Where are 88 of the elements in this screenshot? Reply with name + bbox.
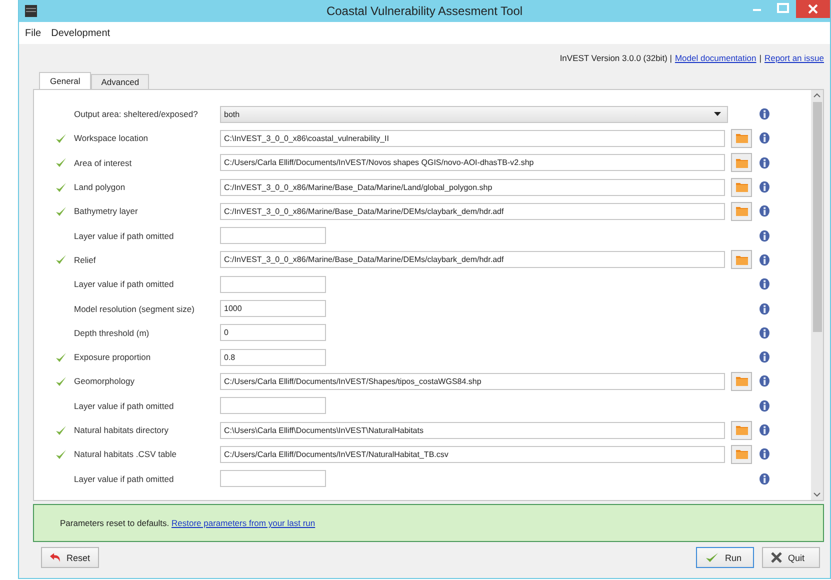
field-label: Bathymetry layer xyxy=(74,206,139,216)
scroll-thumb[interactable] xyxy=(812,102,822,332)
reset-button[interactable]: Reset xyxy=(41,547,99,568)
version-text: | xyxy=(759,53,762,63)
folder-icon xyxy=(736,254,748,265)
browse-button[interactable] xyxy=(731,372,752,391)
path-field[interactable]: C:/InVEST_3_0_0_x86/Marine/Base_Data/Marine/DEMs/claybark_dem/hdr.adf xyxy=(220,251,725,268)
text-field[interactable] xyxy=(220,227,326,244)
info-icon[interactable] xyxy=(759,400,770,412)
info-icon[interactable] xyxy=(759,132,770,144)
folder-icon xyxy=(736,158,748,168)
info-icon[interactable] xyxy=(759,108,770,120)
field-label: Area of interest xyxy=(74,158,133,168)
field-label: Model resolution (segment size) xyxy=(74,304,196,314)
path-field[interactable]: C:\InVEST_3_0_0_x86\coastal_vulnerability_II xyxy=(220,130,725,147)
text-field[interactable] xyxy=(220,276,326,293)
header-link[interactable]: Report an issue xyxy=(764,53,824,63)
field-label: Layer value if path omitted xyxy=(74,279,175,290)
text-field[interactable]: 1000 xyxy=(220,300,326,318)
scroll-down-icon[interactable] xyxy=(813,492,821,497)
browse-button[interactable] xyxy=(731,178,752,197)
header-link[interactable]: Model documentation xyxy=(674,53,756,63)
browse-button[interactable] xyxy=(731,420,752,440)
path-field[interactable]: C:/Users/Carla Elliff/Documents/InVEST/Shapes/tipos_costaWGS84.shp xyxy=(220,372,725,390)
scrollbar[interactable] xyxy=(811,90,823,500)
folder-icon xyxy=(736,376,748,386)
folder-icon xyxy=(736,182,748,192)
info-icon[interactable] xyxy=(759,278,770,290)
status-message: Parameters reset to defaults. Restore parameters from your last run xyxy=(60,518,316,528)
info-icon[interactable] xyxy=(759,205,770,218)
scroll-up-icon[interactable] xyxy=(813,93,821,98)
close-icon[interactable] xyxy=(796,0,830,18)
close-icon xyxy=(771,552,782,563)
browse-button[interactable] xyxy=(731,444,752,464)
path-field[interactable]: C:/Users/Carla Elliff/Documents/InVEST/NaturalHabitat_TB.csv xyxy=(220,446,725,463)
field-label: Relief xyxy=(74,254,97,265)
text-field[interactable]: 0.8 xyxy=(220,348,326,366)
undo-arrow-icon xyxy=(50,552,60,563)
field-label: Layer value if path omitted xyxy=(74,230,175,241)
quit-button[interactable]: Quit xyxy=(762,547,820,568)
info-icon[interactable] xyxy=(759,156,770,169)
browse-button[interactable] xyxy=(731,202,752,221)
info-icon[interactable] xyxy=(759,302,770,315)
info-icon[interactable] xyxy=(759,448,770,460)
run-button[interactable]: Run xyxy=(696,547,754,568)
field-label: Layer value if path omitted xyxy=(74,474,175,484)
info-icon[interactable] xyxy=(759,351,770,364)
field-label: Depth threshold (m) xyxy=(74,328,150,338)
field-label: Workspace location xyxy=(74,133,150,144)
path-field[interactable]: C:/InVEST_3_0_0_x86/Marine/Base_Data/Marine/DEMs/claybark_dem/hdr.adf xyxy=(220,202,725,220)
check-icon xyxy=(705,552,719,563)
tab[interactable]: General xyxy=(39,72,92,89)
field-label: Natural habitats directory xyxy=(74,425,170,435)
info-icon[interactable] xyxy=(759,254,770,266)
field-label: Output area: sheltered/exposed? xyxy=(74,109,199,120)
path-field[interactable]: C:\Users\Carla Elliff\Documents\InVEST\NaturalHabitats xyxy=(220,422,725,438)
text-field[interactable]: 0 xyxy=(220,324,326,342)
field-label: Exposure proportion xyxy=(74,352,152,362)
version-text: InVEST Version 3.0.0 (32bit) | xyxy=(560,53,672,63)
field-label: Geomorphology xyxy=(74,376,136,386)
info-icon[interactable] xyxy=(759,375,770,388)
path-field[interactable]: C:/Users/Carla Elliff/Documents/InVEST/Novos shapes QGIS/novo-AOI-dhasTB-v2.shp xyxy=(220,154,725,172)
folder-icon xyxy=(736,206,748,216)
folder-icon xyxy=(736,449,748,460)
info-icon[interactable] xyxy=(759,472,770,485)
tab[interactable]: Advanced xyxy=(91,74,150,89)
folder-icon xyxy=(736,133,748,144)
info-icon[interactable] xyxy=(759,181,770,194)
restore-link[interactable]: Restore parameters from your last run xyxy=(172,518,316,528)
field-label: Natural habitats .CSV table xyxy=(74,449,178,460)
field-label: Land polygon xyxy=(74,182,126,192)
browse-button[interactable] xyxy=(731,128,752,148)
menu-item[interactable]: Development xyxy=(51,28,110,38)
caret-icon xyxy=(714,112,721,116)
browse-button[interactable] xyxy=(731,250,752,270)
dropdown[interactable]: both xyxy=(220,106,728,123)
text-field[interactable] xyxy=(220,470,326,488)
menu-item[interactable]: File xyxy=(25,28,42,38)
info-icon[interactable] xyxy=(759,230,770,242)
field-label: Layer value if path omitted xyxy=(74,400,175,411)
window-title: Coastal Vulnerability Assesment Tool xyxy=(326,4,523,18)
browse-button[interactable] xyxy=(731,153,752,172)
app-icon xyxy=(25,5,37,17)
info-icon[interactable] xyxy=(759,326,770,339)
path-field[interactable]: C:/InVEST_3_0_0_x86/Marine/Base_Data/Marine/Land/global_polygon.shp xyxy=(220,178,725,196)
folder-icon xyxy=(736,425,748,435)
text-field[interactable] xyxy=(220,397,326,414)
info-icon[interactable] xyxy=(759,424,770,436)
